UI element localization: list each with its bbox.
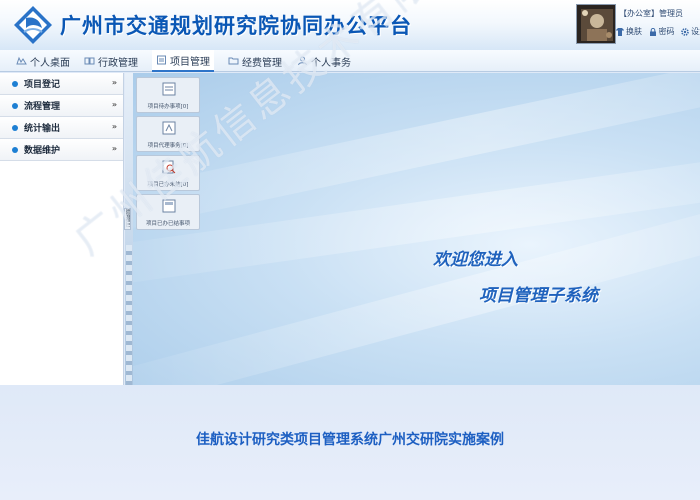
footer-caption: 佳航设计研究类项目管理系统广州交研院实施案例 xyxy=(196,432,504,448)
tab-label: 经费管理 xyxy=(242,57,282,69)
footer: 佳航设计研究类项目管理系统广州交研院实施案例 xyxy=(0,385,700,500)
folder-icon xyxy=(228,57,239,65)
settings-link[interactable]: 设置 xyxy=(681,26,700,37)
shirt-icon xyxy=(616,27,624,36)
bullet-icon xyxy=(12,124,18,131)
user-role-label[interactable]: 【办公室】管理员 xyxy=(619,8,683,19)
tab-label: 项目管理 xyxy=(170,56,210,68)
quick-card-done-open[interactable]: 项目已办未结[0] xyxy=(136,155,200,191)
admin-icon xyxy=(84,57,95,65)
bullet-icon xyxy=(12,80,18,87)
tab-label: 个人事务 xyxy=(311,57,351,69)
chevron-down-icon: » xyxy=(111,122,117,131)
sidebar-item-data-maintenance[interactable]: 数据维护 » xyxy=(0,139,123,161)
chevron-down-icon: » xyxy=(111,144,117,153)
chevron-down-icon: » xyxy=(111,78,117,87)
sidebar-toggle-handle[interactable]: 隐藏目录 xyxy=(124,208,131,230)
skin-link-label: 换肤 xyxy=(626,27,642,36)
welcome-line-2: 项目管理子系统 xyxy=(479,286,598,306)
delegate-icon xyxy=(162,121,176,135)
desktop-icon xyxy=(16,56,27,65)
todo-icon xyxy=(162,82,176,96)
sidebar-item-label: 数据维护 xyxy=(24,146,61,156)
main-content: 欢迎您进入 项目管理子系统 xyxy=(133,73,700,385)
nav-bar: 个人桌面 行政管理 项目管理 经费管理 个人事务 xyxy=(0,50,700,72)
project-icon xyxy=(157,55,166,65)
welcome-line-1: 欢迎您进入 xyxy=(433,250,518,270)
building-decoration xyxy=(126,245,132,385)
tab-funding[interactable]: 经费管理 xyxy=(228,50,282,72)
sidebar-item-workflow[interactable]: 流程管理 » xyxy=(0,95,123,117)
lock-icon xyxy=(649,27,656,36)
bullet-icon xyxy=(12,146,18,153)
bullet-icon xyxy=(12,102,18,109)
quick-card-delegated[interactable]: 项目代理事务[0] xyxy=(136,116,200,152)
tab-project-management[interactable]: 项目管理 xyxy=(152,50,214,72)
app-title: 广州市交通规划研究院协同办公平台 xyxy=(60,14,412,38)
quick-card-done-closed[interactable]: 项目已办已结事项 xyxy=(136,194,200,230)
tab-personal-affairs[interactable]: 个人事务 xyxy=(297,50,351,72)
sidebar-item-label: 统计输出 xyxy=(24,124,61,134)
gear-icon xyxy=(681,27,689,36)
tab-personal-desktop[interactable]: 个人桌面 xyxy=(16,50,70,72)
settings-link-label: 设置 xyxy=(691,27,700,36)
tab-label: 个人桌面 xyxy=(30,57,70,69)
tab-admin[interactable]: 行政管理 xyxy=(84,50,138,72)
archive-icon xyxy=(162,199,176,213)
quick-card-pending[interactable]: 项目待办事项[0] xyxy=(136,77,200,113)
sidebar-item-label: 流程管理 xyxy=(24,102,61,112)
quick-card-label: 项目代理事务[0] xyxy=(147,143,189,149)
skin-link[interactable]: 换肤 xyxy=(616,26,642,37)
search-doc-icon xyxy=(162,160,176,174)
quick-card-label: 项目待办事项[0] xyxy=(147,104,189,110)
sidebar-item-label: 项目登记 xyxy=(24,80,61,90)
sidebar-item-statistics[interactable]: 统计输出 » xyxy=(0,117,123,139)
sidebar: 项目登记 » 流程管理 » 统计输出 » 数据维护 » xyxy=(0,73,124,385)
person-icon xyxy=(298,56,307,66)
tab-label: 行政管理 xyxy=(98,57,138,69)
quick-card-label: 项目已办未结[0] xyxy=(147,182,189,188)
logo-icon xyxy=(14,6,52,44)
header-bar: 广州市交通规划研究院协同办公平台 【办公室】管理员 换肤 密码 设 xyxy=(0,0,700,50)
quick-card-label: 项目已办已结事项 xyxy=(145,221,190,227)
password-link-label: 密码 xyxy=(658,27,675,36)
avatar[interactable] xyxy=(576,4,616,44)
sidebar-item-project-registration[interactable]: 项目登记 » xyxy=(0,73,123,95)
chevron-down-icon: » xyxy=(111,100,117,109)
password-link[interactable]: 密码 xyxy=(649,26,675,37)
user-links: 换肤 密码 设置 xyxy=(616,26,700,38)
